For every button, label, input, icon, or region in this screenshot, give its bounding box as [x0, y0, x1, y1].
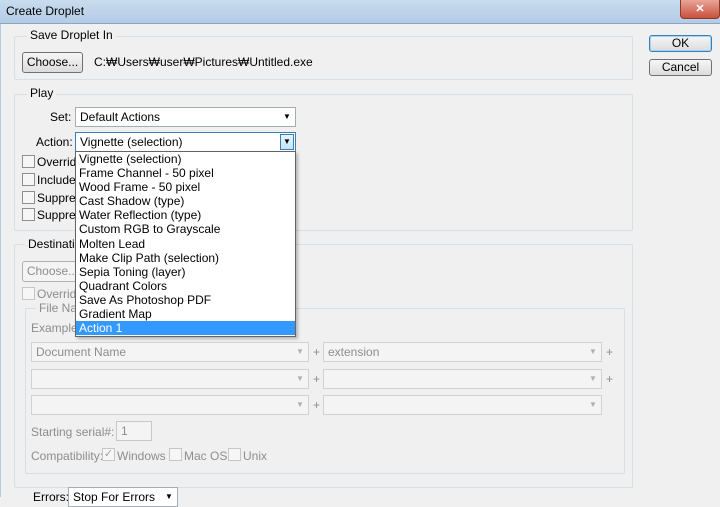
plus-sign: + — [313, 372, 321, 386]
mac-checkbox[interactable] — [169, 448, 182, 461]
close-icon: ✕ — [695, 3, 705, 15]
include-checkbox[interactable] — [22, 173, 35, 186]
override-checkbox[interactable] — [22, 155, 35, 168]
action-label: Action: — [36, 135, 73, 149]
chevron-down-icon: ▼ — [296, 400, 304, 409]
starting-serial-label: Starting serial#: — [31, 425, 115, 439]
action-select[interactable]: Vignette (selection) ▼ — [75, 132, 296, 152]
naming-select-2-right[interactable]: ▼ — [323, 369, 602, 389]
action-value: Vignette (selection) — [80, 135, 183, 149]
action-option[interactable]: Cast Shadow (type) — [76, 194, 295, 208]
example-label: Example: — [31, 321, 82, 335]
errors-select[interactable]: Stop For Errors ▼ — [68, 487, 178, 507]
naming-value: extension — [328, 345, 380, 359]
plus-sign: + — [606, 345, 614, 359]
play-legend: Play — [27, 86, 57, 100]
destination-choose-button[interactable]: Choose... — [22, 261, 83, 282]
action-option[interactable]: Molten Lead — [76, 237, 295, 251]
action-option[interactable]: Custom RGB to Grayscale — [76, 222, 295, 236]
set-label: Set: — [50, 110, 72, 124]
plus-sign: + — [606, 372, 614, 386]
close-button[interactable]: ✕ — [680, 0, 720, 19]
include-label: Include — [37, 173, 76, 187]
action-option[interactable]: Gradient Map — [76, 307, 295, 321]
window-title: Create Droplet — [6, 4, 85, 18]
chevron-down-icon: ▼ — [589, 400, 597, 409]
starting-serial-input[interactable]: 1 — [116, 421, 152, 441]
chevron-down-icon: ▼ — [589, 374, 597, 383]
action-option[interactable]: Quadrant Colors — [76, 279, 295, 293]
check-icon: ✓ — [103, 448, 114, 460]
chevron-down-icon: ▼ — [589, 347, 597, 356]
unix-checkbox[interactable] — [228, 448, 241, 461]
naming-value: Document Name — [36, 345, 127, 359]
override-save-checkbox[interactable] — [22, 287, 35, 300]
action-option[interactable]: Sepia Toning (layer) — [76, 265, 295, 279]
save-choose-button[interactable]: Choose... — [22, 52, 83, 73]
action-dropdown-list: Vignette (selection) Frame Channel - 50 … — [75, 151, 296, 337]
action-option[interactable]: Vignette (selection) — [76, 152, 295, 166]
plus-sign: + — [313, 345, 321, 359]
naming-select-2-left[interactable]: ▼ — [31, 369, 309, 389]
set-value: Default Actions — [80, 110, 161, 124]
action-option[interactable]: Frame Channel - 50 pixel — [76, 166, 295, 180]
unix-label: Unix — [243, 449, 268, 463]
plus-sign: + — [313, 398, 321, 412]
chevron-down-icon: ▼ — [283, 112, 291, 121]
suppress-checkbox-1[interactable] — [22, 191, 35, 204]
ok-button[interactable]: OK — [649, 35, 712, 52]
cancel-button[interactable]: Cancel — [649, 59, 712, 76]
windows-label: Windows — [117, 449, 166, 463]
naming-select-3-right[interactable]: ▼ — [323, 395, 602, 415]
chevron-down-icon: ▼ — [296, 374, 304, 383]
compatibility-label: Compatibility: — [31, 449, 104, 463]
mac-label: Mac OS — [184, 449, 228, 463]
naming-select-1-left[interactable]: Document Name ▼ — [31, 342, 309, 362]
errors-value: Stop For Errors — [73, 490, 156, 504]
chevron-down-icon: ▼ — [296, 347, 304, 356]
naming-select-1-right[interactable]: extension ▼ — [323, 342, 602, 362]
windows-checkbox[interactable]: ✓ — [102, 448, 115, 461]
suppress-checkbox-2[interactable] — [22, 208, 35, 221]
action-option[interactable]: Make Clip Path (selection) — [76, 251, 295, 265]
chevron-down-icon[interactable]: ▼ — [280, 134, 294, 150]
action-option-highlighted[interactable]: Action 1 — [76, 321, 295, 336]
action-option[interactable]: Save As Photoshop PDF — [76, 293, 295, 307]
save-droplet-legend: Save Droplet In — [27, 28, 116, 42]
droplet-path: C:₩Users₩user₩Pictures₩Untitled.exe — [94, 55, 313, 69]
action-option[interactable]: Wood Frame - 50 pixel — [76, 180, 295, 194]
set-select[interactable]: Default Actions ▼ — [75, 107, 296, 127]
action-option[interactable]: Water Reflection (type) — [76, 208, 295, 222]
errors-label: Errors: — [33, 490, 69, 504]
chevron-down-icon: ▼ — [165, 492, 173, 501]
title-bar: Create Droplet — [0, 0, 720, 24]
naming-select-3-left[interactable]: ▼ — [31, 395, 309, 415]
